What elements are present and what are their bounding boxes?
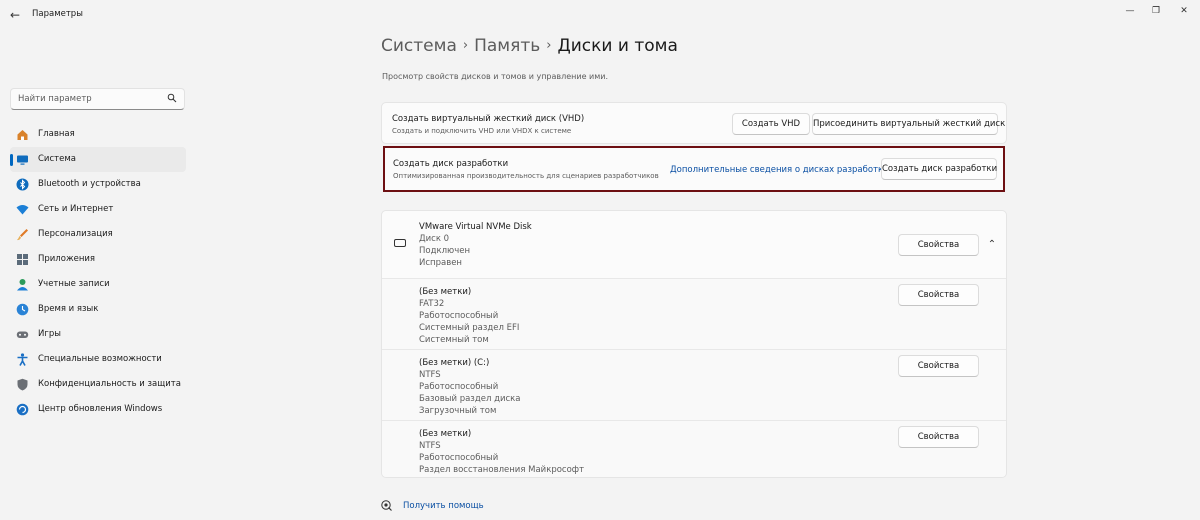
globe-clock-icon (16, 303, 29, 316)
breadcrumb-separator: › (546, 38, 552, 53)
page-description: Просмотр свойств дисков и томов и управл… (382, 72, 609, 81)
search-input[interactable]: Найти параметр (10, 88, 185, 110)
search-icon (167, 93, 177, 103)
search-placeholder: Найти параметр (18, 94, 92, 104)
volume-status: Работоспособный (419, 382, 499, 392)
disk-drive-icon (394, 239, 406, 247)
sidebar-item-apps[interactable]: Приложения (10, 247, 186, 272)
sidebar-item-label: Сеть и Интернет (38, 204, 114, 214)
dev-drive-title: Создать диск разработки (393, 159, 509, 169)
volume-type: Системный раздел EFI (419, 323, 520, 333)
volume-role: Загрузочный том (419, 406, 497, 416)
breadcrumb-storage[interactable]: Память (474, 36, 540, 56)
volume-filesystem: NTFS (419, 441, 441, 451)
bluetooth-icon (16, 178, 29, 191)
attach-vhd-button[interactable]: Присоединить виртуальный жесткий диск (812, 113, 1005, 135)
shield-icon (17, 378, 28, 391)
sidebar-item-label: Система (38, 154, 76, 164)
disk-health: Исправен (419, 258, 462, 268)
sidebar-item-globe-clock[interactable]: Время и язык (10, 297, 186, 322)
volume-row: (Без метки) (C:) NTFS Работоспособный Ба… (382, 349, 1006, 420)
volume-label: (Без метки) (419, 287, 472, 297)
app-title: Параметры (32, 9, 83, 19)
volume-label: (Без метки) (C:) (419, 358, 490, 368)
sidebar-item-shield[interactable]: Конфиденциальность и защита (10, 372, 186, 397)
vhd-title: Создать виртуальный жесткий диск (VHD) (392, 114, 585, 124)
sidebar-item-person[interactable]: Учетные записи (10, 272, 186, 297)
sidebar-item-label: Центр обновления Windows (38, 404, 163, 414)
sidebar-item-label: Персонализация (38, 229, 113, 239)
create-vhd-button[interactable]: Создать VHD (732, 113, 810, 135)
sidebar-item-bluetooth[interactable]: Bluetooth и устройства (10, 172, 186, 197)
volume-role: Системный том (419, 335, 489, 345)
volume-properties-button[interactable]: Свойства (898, 426, 979, 448)
create-dev-drive-button[interactable]: Создать диск разработки (881, 158, 997, 180)
close-button[interactable]: ✕ (1172, 3, 1196, 19)
title-bar: ← Параметры — ❐ ✕ (0, 0, 1200, 30)
volume-type: Базовый раздел диска (419, 394, 521, 404)
brush-icon (17, 229, 28, 241)
volume-row: (Без метки) FAT32 Работоспособный Систем… (382, 278, 1006, 349)
sidebar-item-label: Приложения (38, 254, 96, 264)
back-button[interactable]: ← (6, 6, 24, 24)
sidebar-item-label: Игры (38, 329, 61, 339)
sidebar-item-label: Bluetooth и устройства (38, 179, 141, 189)
chevron-up-icon[interactable]: ⌃ (986, 239, 998, 251)
breadcrumb-separator: › (462, 38, 469, 53)
disk-properties-button[interactable]: Свойства (898, 234, 979, 256)
sidebar-item-label: Конфиденциальность и защита (38, 379, 181, 389)
wifi-icon (16, 205, 29, 215)
volume-properties-button[interactable]: Свойства (898, 284, 979, 306)
sidebar-item-label: Главная (38, 129, 75, 139)
minimize-button[interactable]: — (1118, 3, 1142, 19)
maximize-button[interactable]: ❐ (1144, 3, 1168, 19)
sidebar-item-wifi[interactable]: Сеть и Интернет (10, 197, 186, 222)
volume-label: (Без метки) (419, 429, 472, 439)
person-icon (17, 279, 28, 291)
apps-icon (17, 254, 28, 265)
disk-number: Диск 0 (419, 234, 450, 244)
sidebar-item-label: Учетные записи (38, 279, 110, 289)
dev-drive-card: Создать диск разработки Оптимизированная… (383, 146, 1005, 192)
update-icon (16, 403, 29, 416)
sidebar-item-label: Время и язык (38, 304, 99, 314)
disk-header[interactable]: VMware Virtual NVMe Disk Диск 0 Подключе… (382, 211, 1006, 278)
sidebar-nav: Главная Система Bluetooth и устройства Сеть… (10, 122, 186, 422)
dev-drive-subtitle: Оптимизированная производительность для … (393, 172, 659, 180)
volume-filesystem: FAT32 (419, 299, 445, 309)
breadcrumb-system[interactable]: Система (381, 36, 457, 56)
accessibility-icon (17, 353, 28, 366)
volume-properties-button[interactable]: Свойства (898, 355, 979, 377)
sidebar-item-update[interactable]: Центр обновления Windows (10, 397, 186, 422)
sidebar-item-accessibility[interactable]: Специальные возможности (10, 347, 186, 372)
volume-type: Раздел восстановления Майкрософт (419, 465, 585, 475)
gamepad-icon (16, 331, 29, 338)
sidebar-item-gamepad[interactable]: Игры (10, 322, 186, 347)
sidebar-item-brush[interactable]: Персонализация (10, 222, 186, 247)
volume-filesystem: NTFS (419, 370, 441, 380)
volume-status: Работоспособный (419, 311, 499, 321)
dev-drive-learn-more-link[interactable]: Дополнительные сведения о дисках разрабо… (670, 165, 891, 175)
disk-name: VMware Virtual NVMe Disk (419, 222, 532, 232)
home-icon (17, 130, 28, 140)
volume-status: Работоспособный (419, 453, 499, 463)
help-icon (381, 500, 392, 511)
sidebar-item-home[interactable]: Главная (10, 122, 186, 147)
disk-card: VMware Virtual NVMe Disk Диск 0 Подключе… (381, 210, 1007, 478)
get-help-link[interactable]: Получить помощь (403, 501, 484, 511)
vhd-subtitle: Создать и подключить VHD или VHDX к сист… (392, 127, 572, 135)
monitor-icon (17, 155, 28, 165)
vhd-card: Создать виртуальный жесткий диск (VHD) С… (381, 102, 1007, 144)
volume-row: (Без метки) NTFS Работоспособный Раздел … (382, 420, 1006, 477)
sidebar-item-label: Специальные возможности (38, 354, 162, 364)
sidebar-item-monitor[interactable]: Система (10, 147, 186, 172)
disk-state: Подключен (419, 246, 470, 256)
breadcrumb: Система › Память › Диски и тома (381, 36, 678, 56)
page-title: Диски и тома (557, 36, 678, 56)
